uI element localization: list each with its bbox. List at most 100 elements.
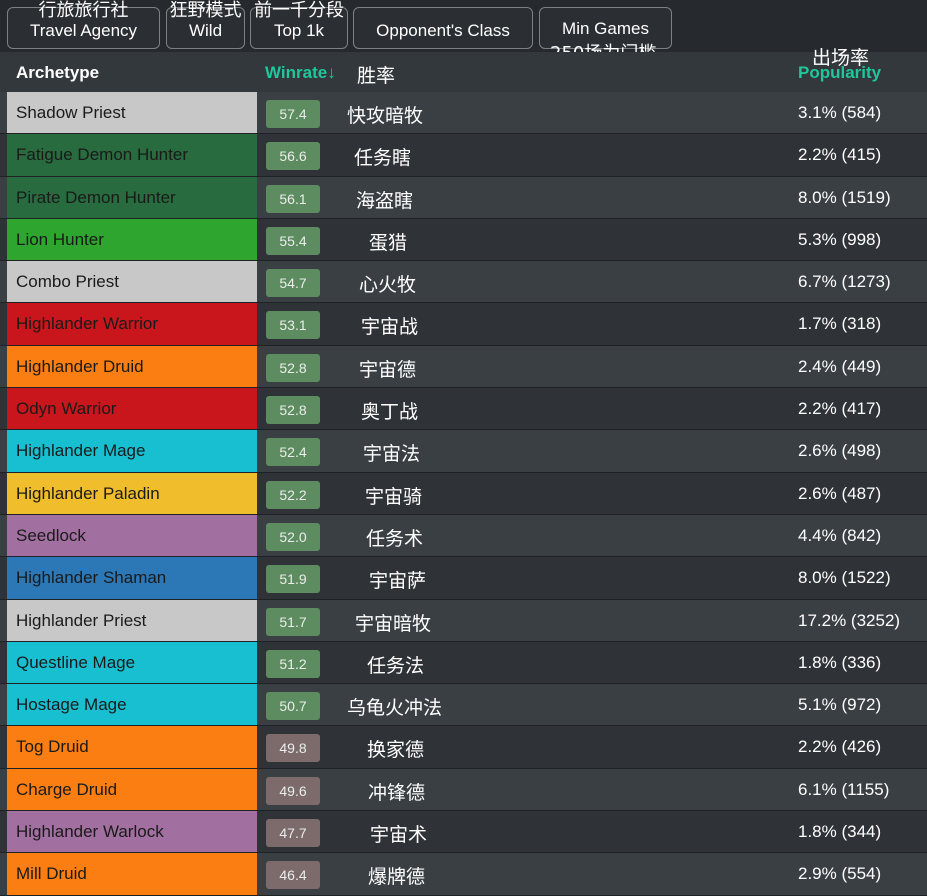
table-row[interactable]: Lion Hunter 55.4 蛋猎 5.3% (998) — [0, 218, 927, 262]
filter-label: Travel Agency — [29, 21, 138, 40]
archetype-name[interactable]: Highlander Mage — [7, 430, 257, 472]
table-row[interactable]: Seedlock 52.0 任务术 4.4% (842) — [0, 514, 927, 558]
winrate-badge: 56.6 — [266, 142, 320, 171]
filter-annotation: 行旅旅行社 — [38, 0, 129, 21]
archetype-name[interactable]: Odyn Warrior — [7, 388, 257, 430]
popularity-value: 8.0% (1519) — [798, 187, 891, 207]
popularity-value: 1.8% (336) — [798, 652, 882, 672]
table-row[interactable]: Combo Priest 54.7 心火牧 6.7% (1273) — [0, 261, 927, 304]
table-row[interactable]: Highlander Mage 52.4 宇宙法 2.6% (498) — [0, 430, 927, 473]
chinese-name-annotation: 奥丁战 — [361, 401, 419, 424]
filter-wild-button[interactable]: 狂野模式 Wild — [166, 1, 245, 49]
filter-label: Min Games — [562, 19, 649, 38]
filter-label: Wild — [188, 21, 223, 40]
winrate-badge: 54.7 — [266, 269, 320, 298]
winrate-badge: 49.8 — [266, 734, 320, 763]
popularity-value: 1.8% (344) — [798, 822, 882, 842]
winrate-badge: 52.0 — [266, 522, 320, 551]
filter-travel-agency-button[interactable]: 行旅旅行社 Travel Agency — [7, 1, 160, 49]
table-row[interactable]: Highlander Warrior 53.1 宇宙战 1.7% (318) — [0, 303, 927, 346]
chinese-name-annotation: 宇宙萨 — [369, 570, 427, 593]
chinese-name-annotation: 任务瞎 — [354, 147, 412, 170]
popularity-value: 3.1% (584) — [798, 103, 882, 122]
table-row[interactable]: Highlander Priest 51.7 宇宙暗牧 17.2% (3252) — [0, 599, 927, 642]
popularity-value: 2.6% (487) — [798, 483, 882, 503]
filter-annotation: 前一千分段 — [254, 0, 344, 21]
table-row[interactable]: Tog Druid 49.8 换家德 2.2% (426) — [0, 726, 927, 769]
table-row[interactable]: Hostage Mage 50.7 乌龟火冲法 5.1% (972) — [0, 684, 927, 727]
filter-annotation: 狂野模式 — [169, 0, 242, 21]
winrate-annotation: 胜率 — [357, 65, 396, 87]
filter-top1k-button[interactable]: 前一千分段 Top 1k — [250, 1, 348, 49]
chinese-name-annotation: 任务术 — [366, 527, 424, 550]
filter-opponent-class-button[interactable]: Opponent's Class — [353, 7, 533, 49]
archetype-name[interactable]: Fatigue Demon Hunter — [7, 134, 257, 176]
table-row[interactable]: Highlander Shaman 51.9 宇宙萨 8.0% (1522) — [0, 557, 927, 600]
archetype-name[interactable]: Highlander Warrior — [7, 303, 257, 345]
winrate-badge: 52.4 — [266, 438, 320, 467]
winrate-badge: 57.4 — [266, 100, 320, 128]
archetype-name[interactable]: Hostage Mage — [7, 684, 257, 726]
archetype-name[interactable]: Seedlock — [7, 514, 257, 557]
table-row[interactable]: Highlander Warlock 47.7 宇宙术 1.8% (344) — [0, 811, 927, 854]
winrate-badge: 46.4 — [266, 861, 320, 890]
popularity-value: 2.9% (554) — [798, 864, 882, 884]
popularity-value: 2.6% (498) — [798, 441, 882, 461]
table-row[interactable]: Questline Mage 51.2 任务法 1.8% (336) — [0, 641, 927, 685]
popularity-value: 1.7% (318) — [798, 314, 882, 334]
chinese-name-annotation: 宇宙战 — [361, 316, 419, 339]
archetype-name[interactable]: Mill Druid — [7, 853, 257, 895]
filter-bar: 行旅旅行社 Travel Agency 狂野模式 Wild 前一千分段 Top … — [0, 0, 927, 64]
chinese-name-annotation: 乌龟火冲法 — [347, 697, 443, 720]
archetype-name[interactable]: Combo Priest — [7, 261, 257, 303]
winrate-badge: 49.6 — [266, 776, 320, 805]
chinese-name-annotation: 换家德 — [367, 739, 425, 762]
winrate-badge: 47.7 — [266, 819, 320, 848]
chinese-name-annotation: 宇宙术 — [370, 824, 428, 847]
filter-min-games-button[interactable]: Min Games 250场为门槛 — [539, 7, 672, 64]
chinese-name-annotation: 快攻暗牧 — [347, 105, 424, 127]
popularity-value: 6.1% (1155) — [798, 779, 890, 799]
chinese-name-annotation: 宇宙骑 — [365, 485, 423, 508]
archetype-column-header[interactable]: Archetype — [16, 63, 99, 83]
table-row[interactable]: Shadow Priest 57.4 快攻暗牧 3.1% (584) — [0, 92, 927, 135]
winrate-column-header[interactable]: Winrate↓ — [265, 63, 336, 83]
table-row[interactable]: Charge Druid 49.6 冲锋德 6.1% (1155) — [0, 768, 927, 812]
archetype-name[interactable]: Questline Mage — [7, 641, 257, 684]
table-row[interactable]: Pirate Demon Hunter 56.1 海盗瞎 8.0% (1519) — [0, 176, 927, 219]
winrate-badge: 51.9 — [266, 565, 320, 594]
popularity-column-header[interactable]: Popularity — [798, 63, 881, 83]
popularity-value: 2.4% (449) — [798, 356, 882, 376]
table-row[interactable]: Highlander Paladin 52.2 宇宙骑 2.6% (487) — [0, 472, 927, 515]
table-row[interactable]: Odyn Warrior 52.8 奥丁战 2.2% (417) — [0, 388, 927, 431]
table-row[interactable]: Fatigue Demon Hunter 56.6 任务瞎 2.2% (415) — [0, 134, 927, 177]
chinese-name-annotation: 海盗瞎 — [356, 189, 414, 212]
chinese-name-annotation: 冲锋德 — [368, 781, 426, 804]
archetype-name[interactable]: Highlander Warlock — [7, 811, 257, 853]
winrate-badge: 56.1 — [266, 184, 320, 213]
archetype-name[interactable]: Shadow Priest — [7, 92, 257, 134]
archetype-name[interactable]: Highlander Paladin — [7, 472, 257, 514]
popularity-value: 8.0% (1522) — [798, 568, 891, 588]
archetype-name[interactable]: Tog Druid — [7, 726, 257, 768]
chinese-name-annotation: 爆牌德 — [368, 866, 426, 889]
archetype-name[interactable]: Highlander Druid — [7, 345, 257, 388]
table-row[interactable]: Highlander Druid 52.8 宇宙德 2.4% (449) — [0, 345, 927, 389]
chinese-name-annotation: 任务法 — [367, 654, 425, 677]
archetype-name[interactable]: Charge Druid — [7, 768, 257, 811]
winrate-badge: 52.8 — [266, 396, 320, 425]
chinese-name-annotation: 宇宙暗牧 — [355, 612, 432, 635]
winrate-badge: 55.4 — [266, 226, 320, 255]
popularity-value: 2.2% (417) — [798, 399, 882, 419]
archetype-name[interactable]: Pirate Demon Hunter — [7, 176, 257, 218]
popularity-value: 4.4% (842) — [798, 525, 882, 545]
archetype-name[interactable]: Highlander Shaman — [7, 557, 257, 599]
winrate-badge: 53.1 — [266, 311, 320, 340]
popularity-value: 6.7% (1273) — [798, 272, 891, 292]
table-row[interactable]: Mill Druid 46.4 爆牌德 2.9% (554) — [0, 853, 927, 896]
chinese-name-annotation: 蛋猎 — [369, 231, 408, 254]
popularity-value: 17.2% (3252) — [798, 610, 901, 630]
archetype-name[interactable]: Highlander Priest — [7, 599, 257, 641]
archetype-name[interactable]: Lion Hunter — [7, 218, 257, 261]
winrate-badge: 50.7 — [266, 692, 320, 721]
